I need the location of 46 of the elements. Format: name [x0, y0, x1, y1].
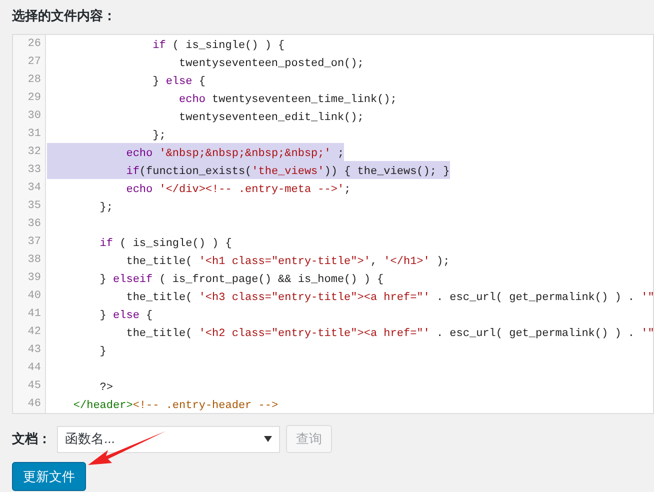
- line-number: 36: [26, 217, 42, 232]
- code-line: if ( is_single() ) {: [152, 39, 285, 54]
- line-number: 30: [26, 109, 42, 124]
- line-number: 42: [26, 325, 42, 340]
- code-line: twentyseventeen_edit_link();: [178, 111, 364, 126]
- code-line: the_title( '<h3 class="entry-title"><a href="' . esc_url( get_permalink() ) . '": [125, 291, 653, 306]
- line-number: 34: [26, 181, 42, 196]
- code-line: the_title( '<h2 class="entry-title"><a href="' . esc_url( get_permalink() ) . '": [125, 327, 653, 342]
- code-line: echo '&nbsp;&nbsp;&nbsp;&nbsp;' ;: [125, 147, 344, 162]
- code-line: if(function_exists('the_views')) { the_views(); }: [125, 165, 450, 180]
- line-number: 27: [26, 55, 42, 70]
- line-number: 38: [26, 253, 42, 268]
- code-line: twentyseventeen_posted_on();: [178, 57, 364, 72]
- line-number: 26: [26, 37, 42, 52]
- code-line: }: [98, 345, 106, 360]
- line-number: 37: [26, 235, 42, 250]
- code-line: };: [152, 129, 166, 144]
- docs-label: 文档：: [12, 430, 51, 448]
- line-number: 43: [26, 343, 42, 358]
- line-number: 44: [26, 361, 42, 376]
- section-heading: 选择的文件内容：: [12, 8, 116, 23]
- line-number: 39: [26, 271, 42, 286]
- line-number: 28: [26, 73, 42, 88]
- code-line: the_title( '<h1 class="entry-title">', '</h1>' );: [125, 255, 450, 270]
- code-line: echo '</div><!-- .entry-meta -->';: [125, 183, 351, 198]
- line-number: 32: [26, 145, 42, 160]
- code-line: ?>: [98, 381, 114, 396]
- code-line: };: [98, 201, 114, 216]
- line-number: 45: [26, 379, 42, 394]
- line-number: 31: [26, 127, 42, 142]
- code-line: } else {: [98, 309, 153, 324]
- code-line: if ( is_single() ) {: [98, 237, 232, 252]
- line-number: 46: [26, 397, 42, 412]
- caret-icon: [264, 436, 272, 442]
- code-line: } elseif ( is_front_page() && is_home() ) {: [98, 273, 384, 288]
- code-line: echo twentyseventeen_time_link();: [178, 93, 397, 108]
- line-number: 40: [26, 289, 42, 304]
- line-number: 41: [26, 307, 42, 322]
- code-editor[interactable]: [12, 34, 654, 414]
- line-number: 35: [26, 199, 42, 214]
- code-line: </header><!-- .entry-header -->: [72, 399, 278, 413]
- update-file-button[interactable]: 更新文件: [12, 462, 86, 491]
- function-select[interactable]: 函数名...: [57, 426, 280, 452]
- line-number: 29: [26, 91, 42, 106]
- code-line: } else {: [152, 75, 206, 90]
- line-number: 33: [26, 163, 42, 178]
